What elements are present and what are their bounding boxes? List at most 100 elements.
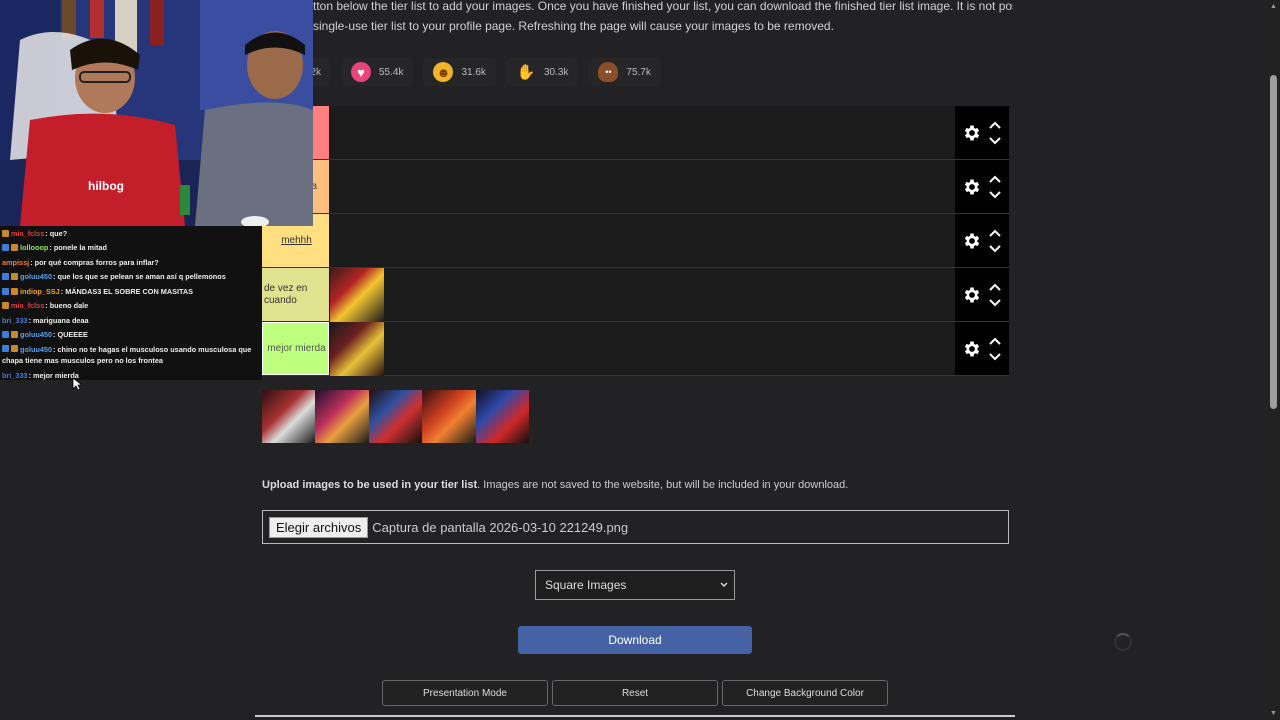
badge-icon [2,331,9,339]
badge-icon [11,287,18,295]
reaction-count: 30.3k [543,66,569,78]
tier-controls [955,268,1009,321]
gear-icon[interactable] [962,123,982,143]
chat-message: goluu450: QUEEEE [0,328,262,343]
chevron-up-icon[interactable] [988,174,1002,184]
pool-image[interactable] [262,390,316,443]
tier-items[interactable] [329,160,955,213]
chevron-down-icon[interactable] [988,352,1002,362]
reset-button[interactable]: Reset [552,680,718,706]
change-background-color-button[interactable]: Change Background Color [722,680,888,706]
tier-items[interactable] [329,321,955,376]
chat-message: mia_fclss: bueno dale [0,299,262,314]
reaction-count: 75.7k [626,66,651,78]
instructions-text: tton below the tier list to add your ima… [313,0,1013,36]
reaction-count: 55.4k [379,66,404,78]
badge-icon [2,273,9,281]
presentation-mode-button[interactable]: Presentation Mode [382,680,548,706]
upload-instructions: Upload images to be used in your tier li… [262,479,848,491]
scroll-up-icon[interactable]: ▲ [1270,3,1277,10]
download-button[interactable]: Download [518,626,752,654]
badge-icon [11,244,18,252]
chat-message: ampissj: por qué compras forros para inf… [2,257,159,267]
selected-file-name: Captura de pantalla 2026-03-10 221249.pn… [372,519,629,535]
reaction-clapping[interactable]: ✋ 30.3k [505,58,579,86]
tier-items[interactable] [329,106,955,159]
choose-files-button[interactable]: Elegir archivos [269,516,369,538]
chevron-down-icon [720,582,728,587]
file-input[interactable]: Elegir archivos Captura de pantalla 2026… [262,510,1009,544]
tier-controls [955,214,1009,267]
webcam-image: hilbog [0,0,313,226]
pool-image[interactable] [475,390,529,443]
badge-icon [2,287,9,295]
scrollbar-thumb[interactable] [1270,75,1277,409]
reaction-bar: 36.2k ♥ 55.4k ☻ 31.6k ✋ 30.3k •• 75.7k [297,58,661,86]
tier-controls [955,106,1009,159]
reaction-laughing[interactable]: ☻ 31.6k [423,58,496,86]
chevron-up-icon[interactable] [988,120,1002,130]
chat-message: lollooop: ponele la mitad [0,241,262,256]
heart-eyes-emoji-icon: ♥ [351,62,371,82]
upload-instructions-bold: Upload images to be used in your tier li… [262,479,478,491]
chat-message: bri_333: mariguana deaa [2,315,89,325]
chat-message: goluu450: que los que se pelean se aman … [0,270,262,285]
badge-icon [2,345,9,352]
loading-spinner-icon [1114,633,1132,651]
chat-message: mia_fclss: que? [0,226,262,241]
badge-icon [11,273,18,281]
reaction-poop[interactable]: •• 75.7k [588,58,661,86]
poop-emoji-icon: •• [598,62,619,82]
badge-icon [2,229,9,237]
action-buttons: Presentation Mode Reset Change Backgroun… [382,680,888,706]
chevron-down-icon[interactable] [988,190,1002,200]
svg-text:hilbog: hilbog [88,179,124,193]
gear-icon[interactable] [962,339,982,359]
gear-icon[interactable] [962,285,982,305]
tier-controls [955,322,1009,375]
badge-icon [11,331,18,339]
tier-label[interactable]: de vez en cuando [262,268,329,321]
chevron-up-icon[interactable] [988,336,1002,346]
chat-message: indiop_SSJ: MÁNDAS3 EL SOBRE CON MASITAS [0,284,262,299]
chevron-up-icon[interactable] [988,228,1002,238]
page-scrollbar[interactable]: ▲ ▼ [1267,0,1280,720]
select-value: Square Images [545,578,627,592]
chevron-up-icon[interactable] [988,282,1002,292]
gear-icon[interactable] [962,231,982,251]
instructions-line-1: tton below the tier list to add your ima… [313,0,1013,13]
tier-items[interactable] [329,267,955,322]
upload-instructions-rest: . Images are not saved to the website, b… [477,479,849,491]
chevron-down-icon[interactable] [988,136,1002,146]
badge-icon [2,244,9,252]
chat-message: bri_333: mejor mierda [2,370,79,380]
tier-image[interactable] [330,267,384,322]
tier-row-5: mejor mierda [262,321,1009,376]
instructions-line-2: single-use tier list to your profile pag… [313,19,834,33]
divider [255,715,1015,717]
tier-image[interactable] [330,321,384,376]
reaction-heart-eyes[interactable]: ♥ 55.4k [341,58,414,86]
chevron-down-icon[interactable] [988,244,1002,254]
tier-controls [955,160,1009,213]
tier-row-1 [262,106,1009,160]
reaction-count: 31.6k [461,66,486,78]
gear-icon[interactable] [962,177,982,197]
tier-label[interactable]: mejor mierda [262,322,329,375]
pool-image[interactable] [368,390,423,443]
clapping-hands-emoji-icon: ✋ [516,64,536,81]
pool-image[interactable] [315,390,369,443]
chevron-down-icon[interactable] [988,298,1002,308]
badge-icon [11,345,18,352]
image-pool [262,390,529,443]
webcam-overlay: hilbog [0,0,313,226]
tier-list: a mehhh de vez en cuando mejor mierda [262,106,1009,376]
chat-message: goluu450: chino no te hagas el musculoso… [2,345,252,365]
pool-image[interactable] [422,390,476,443]
tier-items[interactable] [329,214,955,267]
badge-icon [2,302,9,310]
scroll-down-icon[interactable]: ▼ [1270,710,1277,717]
tier-row-3: mehhh [262,214,1009,268]
image-shape-select[interactable]: Square Images [535,570,735,600]
laughing-emoji-icon: ☻ [433,62,454,82]
